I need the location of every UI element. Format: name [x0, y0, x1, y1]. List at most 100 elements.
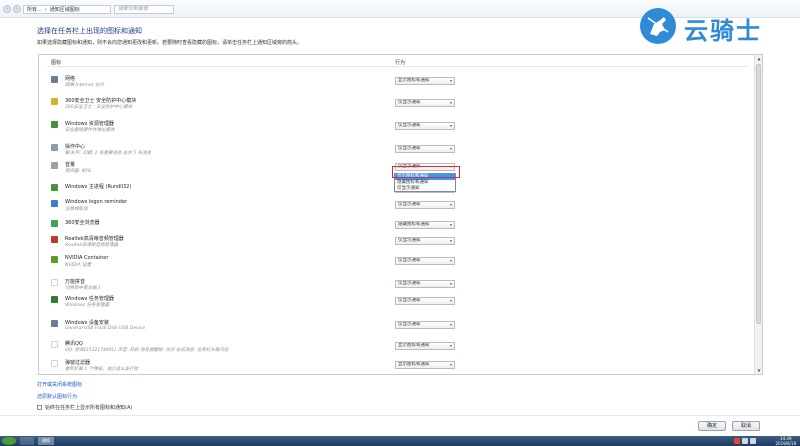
highlight-annotation — [392, 166, 460, 178]
icon-row-description: 注销或取消 — [65, 207, 88, 212]
icon-row-description: 切换到中英文输入 — [65, 286, 101, 291]
icon-row-name: Windows 设备安装 — [65, 320, 109, 326]
icon-row-name: NVIDIA Container — [65, 255, 109, 261]
footer-divider — [0, 415, 800, 416]
icon-row-description: 扬声器: 40% — [65, 169, 92, 174]
icon-row: NVIDIA Container NVIDIA 设置 仅显示通知 — [47, 253, 742, 277]
icon-row-name: Windows 资源管理器 — [65, 121, 114, 127]
icon-row-description: NVIDIA 设置 — [65, 263, 92, 268]
tray-volume-icon[interactable] — [750, 438, 756, 444]
icon-row-description: 安全删除硬件并弹出媒体 — [65, 128, 115, 133]
device-install-icon — [51, 320, 58, 327]
speaker-icon — [51, 162, 58, 169]
icon-row-name: Windows 主进程 (Rundll32) — [65, 184, 132, 190]
icon-row: 弹窗过滤器 累积拦截 1 个弹窗，减少这么多打扰 显示图标和通知 — [47, 357, 742, 374]
popup-filter-icon — [51, 360, 58, 367]
icon-row-description: General USB Flash Disk USB Device — [65, 326, 146, 331]
realtek-audio-icon — [51, 236, 58, 243]
knight-horse-icon — [640, 8, 676, 44]
icon-row-description: Windows 任务管理器 — [65, 303, 110, 308]
icon-row-description: 解决 PC 问题: 2 条重要消息 总共 5 条消息 — [65, 151, 152, 156]
nvidia-icon — [51, 256, 58, 263]
chevron-right-icon: › — [44, 6, 47, 13]
header-divider — [47, 66, 748, 67]
icon-row-name: 腾讯QQ — [65, 341, 83, 347]
behavior-select[interactable]: 显示图标和通知 — [395, 77, 455, 85]
scroll-thumb[interactable] — [756, 64, 761, 324]
checkbox-label: 始终在任务栏上显示所有图标和通知(A) — [45, 405, 133, 411]
behavior-select[interactable]: 隐藏图标和通知 — [395, 221, 455, 229]
icon-row-name: Realtek高清晰音频管理器 — [65, 236, 124, 242]
clock-date: 2019/6/18 — [775, 441, 796, 446]
breadcrumb-item[interactable]: 所有... — [27, 6, 42, 13]
page-description: 如果选择隐藏图标和通知，则不会向您通知更改和更新。若要随时查看隐藏的图标，请单击… — [37, 40, 303, 46]
behavior-select[interactable]: 仅显示通知 — [395, 321, 455, 329]
icon-list-panel: 图标 行为 网络网络 Internet 访问显示图标和通知360安全卫士 安全防… — [38, 54, 763, 375]
behavior-select[interactable]: 仅显示通知 — [395, 237, 455, 245]
logon-icon — [51, 200, 58, 207]
watermark-logo: 云骑士 — [636, 4, 796, 48]
watermark-text: 云骑士 — [684, 16, 762, 45]
scroll-up-icon[interactable]: ▲ — [755, 55, 762, 62]
icon-row: Windows 资源管理器 安全删除硬件并弹出媒体 仅显示通知 — [47, 118, 742, 142]
icon-row: Windows 任务管理器 Windows 任务管理器 仅显示通知 — [47, 293, 742, 317]
tray-network-icon[interactable] — [742, 438, 748, 444]
taskbar-app-explorer[interactable] — [20, 437, 34, 445]
always-show-checkbox[interactable] — [37, 405, 42, 410]
dropdown-option[interactable]: 仅显示通知 — [395, 186, 455, 192]
taskbar: 通知 14:39 2019/6/18 — [0, 436, 800, 446]
vertical-scrollbar[interactable]: ▲ ▼ — [754, 55, 762, 374]
ime-icon — [51, 279, 58, 286]
start-button[interactable] — [2, 437, 16, 445]
behavior-select[interactable]: 仅显示通知 — [395, 201, 455, 209]
rundll-icon — [51, 184, 58, 191]
icon-row: 360安全卫士 安全防护中心模块 360安全卫士 - 安全防护中心模块 仅显示通知 — [47, 95, 742, 119]
cancel-button[interactable]: 取消 — [732, 421, 760, 431]
breadcrumb-item[interactable]: 通知区域图标 — [50, 6, 80, 13]
behavior-select[interactable]: 仅显示通知 — [395, 297, 455, 305]
360-browser-icon — [51, 220, 58, 227]
usb-eject-icon — [51, 121, 58, 128]
icon-row-name: 360安全卫士 安全防护中心模块 — [65, 98, 137, 104]
flag-icon — [51, 144, 58, 151]
behavior-select[interactable]: 仅显示通知 — [395, 122, 455, 130]
taskbar-app-active[interactable]: 通知 — [38, 437, 54, 445]
icon-row-description: QQ: 欧阳(1532174491) 声音: 开启 消息提醒框: 关闭 会话消息… — [65, 348, 229, 353]
toggle-system-icons-link[interactable]: 打开或关闭系统图标 — [37, 381, 82, 388]
icon-row-name: 操作中心 — [65, 144, 86, 150]
page-title: 选择在任务栏上出现的图标和通知 — [37, 27, 142, 35]
icon-row-name: 360安全浏览器 — [65, 220, 100, 226]
icon-row-name: 音量 — [65, 162, 76, 168]
breadcrumb[interactable]: 所有... › 通知区域图标 — [23, 5, 111, 14]
tray-app-icon[interactable] — [734, 438, 740, 444]
restore-defaults-link[interactable]: 还原默认图标行为 — [37, 393, 77, 400]
icon-row-name: Windows logon reminder — [65, 199, 128, 205]
icon-row-description: Realtek高清晰音频管理器 — [65, 243, 119, 248]
behavior-select[interactable]: 显示图标和通知 — [395, 361, 455, 369]
icon-row-name: 网络 — [65, 76, 76, 82]
scroll-down-icon[interactable]: ▼ — [755, 367, 762, 374]
icon-row-name: 万能拼音 — [65, 279, 86, 285]
behavior-select[interactable]: 仅显示通知 — [395, 257, 455, 265]
task-manager-icon — [51, 296, 58, 303]
icon-row-name: 弹窗过滤器 — [65, 360, 91, 366]
always-show-all-option[interactable]: 始终在任务栏上显示所有图标和通知(A) — [37, 404, 132, 411]
taskbar-clock[interactable]: 14:39 2019/6/18 — [775, 436, 796, 446]
search-input[interactable]: 搜索控制面板 — [114, 5, 174, 14]
icon-row-description: 累积拦截 1 个弹窗，减少这么多打扰 — [65, 367, 139, 372]
behavior-select[interactable]: 显示图标和通知 — [395, 342, 455, 350]
column-header-icon: 图标 — [51, 60, 62, 66]
back-button[interactable]: ‹ — [3, 5, 11, 13]
behavior-select[interactable]: 仅显示通知 — [395, 280, 455, 288]
icon-row-description: 网络 Internet 访问 — [65, 83, 104, 88]
network-icon — [51, 76, 58, 83]
forward-button[interactable]: › — [13, 5, 21, 13]
behavior-select[interactable]: 仅显示通知 — [395, 145, 455, 153]
column-header-behavior: 行为 — [395, 60, 406, 66]
icon-row: 网络 网络 Internet 访问 显示图标和通知 — [47, 73, 742, 97]
behavior-select[interactable]: 仅显示通知 — [395, 99, 455, 107]
icon-row-description: 360安全卫士 - 安全防护中心模块 — [65, 105, 133, 110]
qq-icon — [51, 341, 58, 348]
ok-button[interactable]: 确定 — [698, 421, 726, 431]
360-shield-icon — [51, 98, 58, 105]
